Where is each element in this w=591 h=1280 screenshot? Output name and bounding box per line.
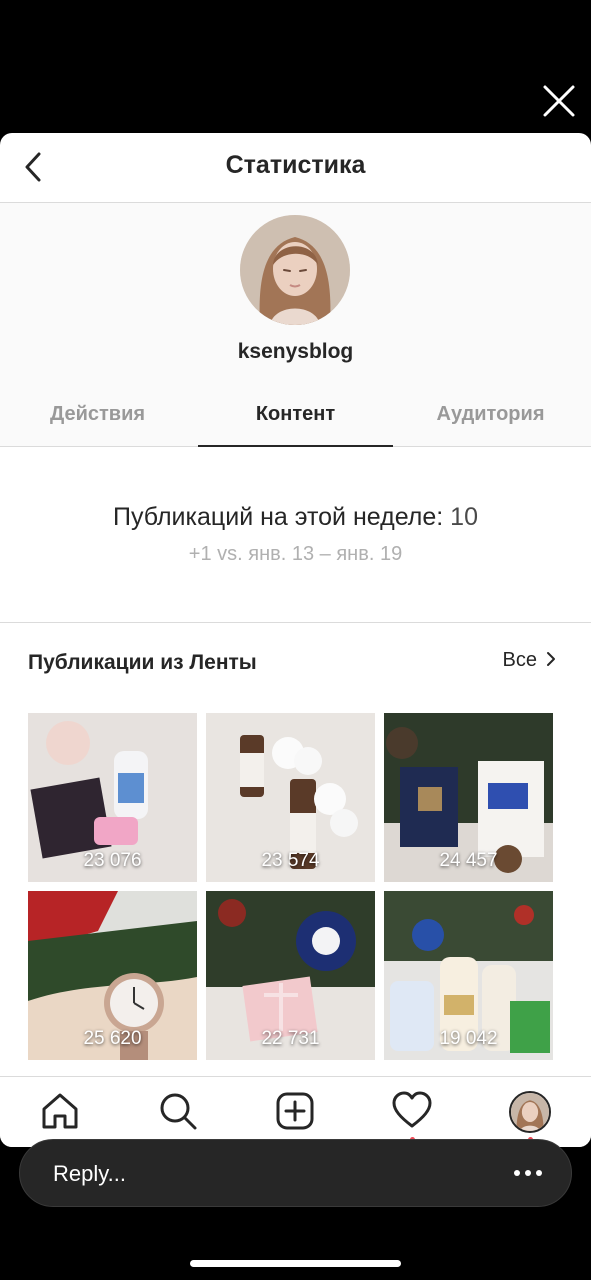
avatar bbox=[511, 1093, 549, 1131]
home-icon bbox=[42, 1093, 78, 1129]
post-reach: 23 076 bbox=[83, 850, 142, 871]
weekly-summary: Публикаций на этой неделе: 10 +1 vs. янв… bbox=[0, 447, 591, 623]
tab-audience[interactable]: Аудитория bbox=[393, 393, 588, 447]
post-reach: 25 620 bbox=[83, 1028, 142, 1049]
post-reach: 22 731 bbox=[261, 1028, 320, 1049]
close-icon bbox=[543, 85, 575, 117]
posts-comparison: +1 vs. янв. 13 – янв. 19 bbox=[188, 543, 403, 565]
nav-create-post[interactable] bbox=[273, 1089, 317, 1133]
posts-this-week-value: 10 bbox=[450, 503, 478, 531]
tab-actions[interactable]: Действия bbox=[0, 393, 195, 447]
post-reach: 24 457 bbox=[439, 850, 498, 871]
reply-placeholder: Reply... bbox=[53, 1161, 126, 1186]
nav-profile-avatar[interactable] bbox=[509, 1091, 551, 1133]
feed-post-tile[interactable]: 24 457 bbox=[384, 713, 553, 882]
search-icon bbox=[160, 1093, 197, 1130]
page-title: Статистика bbox=[225, 151, 366, 179]
reply-field[interactable]: Reply... bbox=[19, 1139, 572, 1207]
insights-card: Статистика ksenysblog Действия Контент А… bbox=[0, 133, 591, 1147]
tab-content[interactable]: Контент bbox=[198, 393, 393, 447]
feed-post-tile[interactable]: 23 574 bbox=[206, 713, 375, 882]
post-reach: 23 574 bbox=[261, 850, 320, 871]
nav-home[interactable] bbox=[38, 1089, 82, 1133]
tab-bar: Действия Контент Аудитория bbox=[0, 393, 591, 447]
posts-this-week-label: Публикаций на этой неделе: bbox=[113, 503, 444, 531]
more-options-button[interactable] bbox=[513, 1166, 543, 1180]
nav-search[interactable] bbox=[156, 1089, 200, 1133]
see-all-label: Все bbox=[502, 649, 537, 671]
home-indicator bbox=[190, 1260, 401, 1267]
posts-this-week: Публикаций на этой неделе: 10 bbox=[0, 503, 591, 532]
more-dots-icon bbox=[514, 1170, 542, 1176]
feed-post-tile[interactable]: 23 076 bbox=[28, 713, 197, 882]
feed-post-tile[interactable]: 19 042 bbox=[384, 891, 553, 1060]
feed-post-tile[interactable]: 25 620 bbox=[28, 891, 197, 1060]
feed-post-tile[interactable]: 22 731 bbox=[206, 891, 375, 1060]
profile-section: ksenysblog Действия Контент Аудитория bbox=[0, 203, 591, 447]
add-post-icon bbox=[276, 1092, 314, 1130]
nav-activity[interactable] bbox=[390, 1089, 434, 1133]
avatar bbox=[240, 215, 350, 325]
bottom-nav bbox=[0, 1076, 591, 1147]
feed-posts-title: Публикации из Ленты bbox=[28, 651, 257, 674]
see-all-link[interactable]: Все bbox=[503, 649, 557, 672]
header: Статистика bbox=[0, 133, 591, 203]
chevron-right-icon bbox=[547, 652, 555, 666]
username: ksenysblog bbox=[237, 340, 354, 363]
close-button[interactable] bbox=[540, 82, 578, 120]
heart-icon bbox=[392, 1091, 432, 1128]
feed-post-grid: 23 076 23 574 24 457 25 620 22 731 19 04… bbox=[28, 713, 553, 1061]
post-reach: 19 042 bbox=[439, 1028, 498, 1049]
